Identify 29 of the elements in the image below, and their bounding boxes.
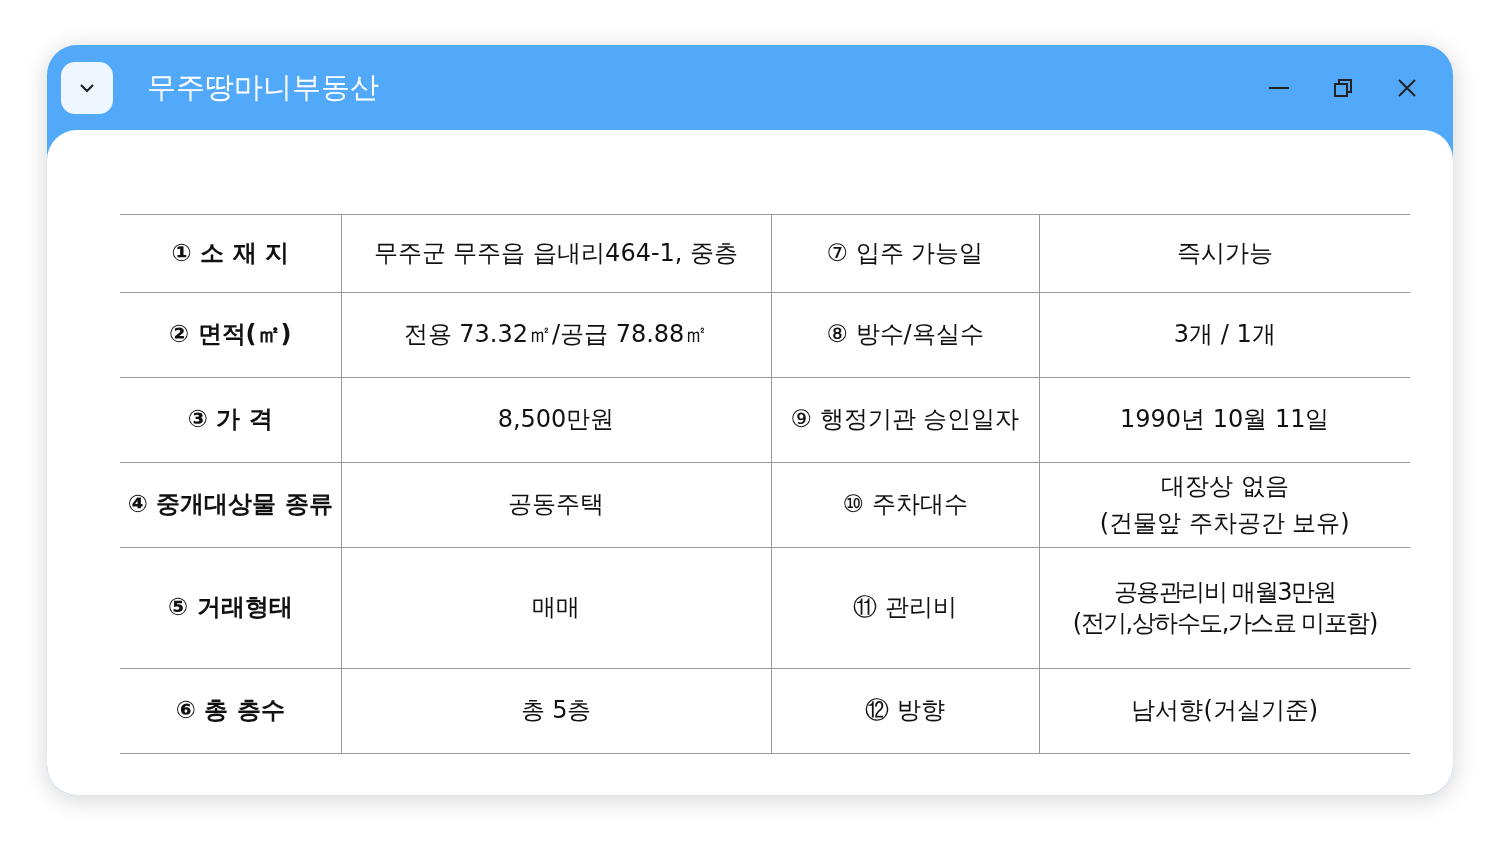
field-label: ⑤ 거래형태 bbox=[167, 592, 293, 624]
field-value: 무주군 무주읍 읍내리464-1, 중층 bbox=[373, 237, 739, 269]
field-label: ⑥ 총 층수 bbox=[175, 695, 285, 727]
field-value: 1990년 10월 11일 bbox=[1120, 404, 1330, 436]
window-title: 무주땅마니부동산 bbox=[147, 68, 380, 106]
field-value: 남서향(거실기준) bbox=[1131, 695, 1319, 727]
field-label: ⑪ 관리비 bbox=[853, 592, 957, 624]
field-value: 3개 / 1개 bbox=[1173, 319, 1276, 351]
field-label: ④ 중개대상물 종류 bbox=[127, 489, 333, 521]
minimize-icon bbox=[1269, 85, 1289, 90]
field-label: ① 소 재 지 bbox=[171, 237, 289, 269]
field-value: 공용관리비 매월3만원 (전기,상하수도,가스료 미포함) bbox=[1072, 576, 1377, 639]
field-value: 총 5층 bbox=[520, 695, 592, 727]
field-value: 8,500만원 bbox=[497, 404, 615, 436]
field-label: ⑦ 입주 가능일 bbox=[826, 237, 984, 269]
field-label: ⑩ 주차대수 bbox=[842, 489, 968, 521]
restore-icon bbox=[1333, 77, 1353, 98]
chevron-down-icon bbox=[79, 82, 95, 93]
field-label: ⑫ 방향 bbox=[865, 695, 945, 727]
field-value: 공동주택 bbox=[508, 489, 604, 521]
close-icon bbox=[1397, 77, 1417, 98]
field-label: ⑨ 행정기관 승인일자 bbox=[790, 404, 1020, 436]
field-value: 즉시가능 bbox=[1176, 237, 1273, 269]
field-value: 매매 bbox=[532, 592, 580, 624]
field-value: 전용 73.32㎡/공급 78.88㎡ bbox=[403, 319, 709, 351]
field-label: ⑧ 방수/욕실수 bbox=[826, 319, 984, 351]
field-label: ③ 가 격 bbox=[187, 404, 273, 436]
field-label: ② 면적(㎡) bbox=[168, 319, 292, 351]
field-value: 대장상 없음 (건물앞 주차공간 보유) bbox=[1099, 470, 1350, 539]
